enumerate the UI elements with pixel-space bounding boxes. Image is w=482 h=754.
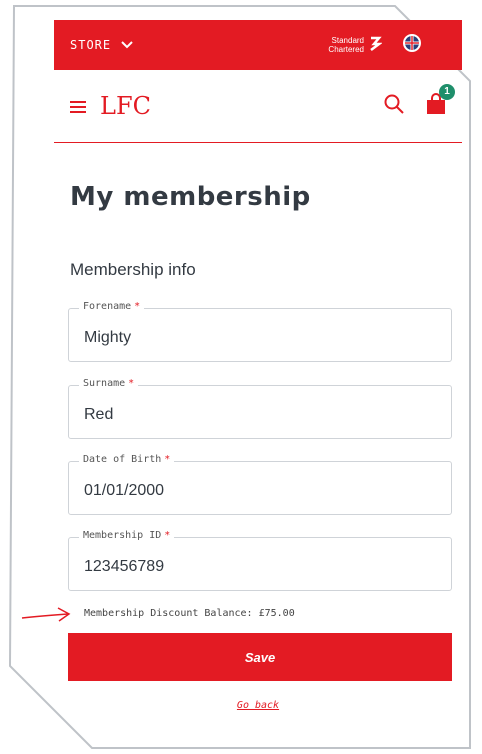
top-bar-right: Standard Chartered (328, 33, 422, 58)
date-of-birth-field[interactable]: Date of Birth * 01/01/2000 (68, 454, 452, 515)
forename-label: Forename (83, 301, 132, 312)
required-marker: * (164, 454, 171, 465)
field-label: Membership ID * (79, 530, 175, 541)
forename-field[interactable]: Forename * Mighty (68, 301, 452, 362)
logo-area: LFC (70, 92, 151, 120)
required-marker: * (128, 378, 135, 389)
go-back-container: Go back (54, 695, 462, 713)
sponsor-logo: Standard Chartered (328, 36, 383, 54)
search-icon[interactable] (384, 94, 404, 119)
red-arrow-annotation (21, 607, 71, 622)
sponsor-line1: Standard (331, 36, 364, 45)
lfc-logo[interactable]: LFC (100, 92, 151, 120)
site-header: LFC 1 (54, 70, 462, 143)
cart-button[interactable]: 1 (426, 83, 455, 120)
surname-label: Surname (83, 378, 126, 389)
uk-flag-icon[interactable] (402, 33, 422, 58)
cart-count-badge: 1 (439, 83, 455, 100)
field-label: Forename * (79, 301, 145, 312)
store-label: STORE (70, 38, 112, 52)
surname-value: Red (84, 406, 114, 423)
save-button[interactable]: Save (68, 633, 452, 681)
go-back-link[interactable]: Go back (237, 700, 279, 711)
page-title: My membership (70, 182, 311, 212)
menu-icon[interactable] (70, 92, 86, 120)
membership-id-value: 123456789 (84, 558, 165, 575)
membership-id-label: Membership ID (83, 530, 162, 541)
shopping-bag-icon (426, 92, 446, 119)
store-menu-button[interactable]: STORE (70, 38, 133, 52)
surname-field[interactable]: Surname * Red (68, 378, 452, 439)
standard-chartered-logo (368, 36, 383, 54)
required-marker: * (134, 301, 141, 312)
discount-balance-text: Membership Discount Balance: £75.00 (84, 608, 295, 619)
top-bar: STORE Standard Chartered (54, 20, 462, 70)
section-title: Membership info (70, 260, 196, 279)
field-label: Date of Birth * (79, 454, 175, 465)
required-marker: * (164, 530, 171, 541)
page-content: STORE Standard Chartered LFC 1 My member… (54, 20, 462, 711)
date-of-birth-value: 01/01/2000 (84, 482, 165, 499)
screenshot-card: STORE Standard Chartered LFC 1 My member… (0, 0, 482, 754)
membership-id-field[interactable]: Membership ID * 123456789 (68, 530, 452, 591)
header-icons: 1 (384, 83, 455, 120)
chevron-down-icon (121, 38, 133, 52)
field-label: Surname * (79, 378, 139, 389)
date-of-birth-label: Date of Birth (83, 454, 162, 465)
sponsor-line2: Chartered (328, 45, 364, 54)
forename-value: Mighty (84, 329, 132, 346)
